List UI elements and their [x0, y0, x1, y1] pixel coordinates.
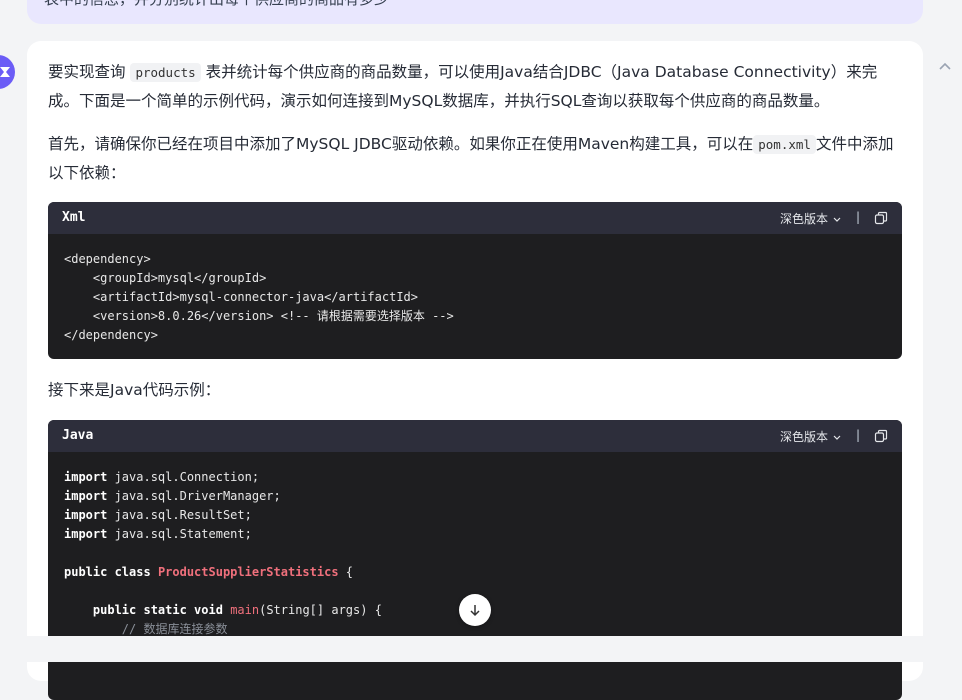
code-text: java.sql.ResultSet;	[107, 508, 252, 522]
code-line: <groupId>mysql</groupId>	[64, 271, 267, 285]
answer-java-intro: 接下来是Java代码示例：	[48, 381, 221, 399]
assistant-logo-icon	[0, 55, 15, 89]
chevron-down-icon	[833, 435, 841, 440]
chevron-down-icon	[833, 217, 841, 222]
user-message-bubble: 表中的信息，并分别统计出每个供应商的商品有多少	[27, 0, 923, 24]
theme-toggle-button[interactable]: 深色版本	[780, 210, 842, 227]
code-keyword: import	[64, 527, 108, 541]
code-language-label: Java	[62, 428, 94, 443]
assistant-answer-card: 要实现查询 products 表并统计每个供应商的商品数量，可以使用Java结合…	[27, 41, 923, 700]
answer-intro-paragraph: 要实现查询 products 表并统计每个供应商的商品数量，可以使用Java结合…	[48, 58, 898, 115]
user-message-text: 表中的信息，并分别统计出每个供应商的商品有多少	[44, 0, 904, 9]
code-header: Xml 深色版本 |	[48, 202, 902, 234]
copy-icon[interactable]	[874, 429, 888, 443]
copy-icon[interactable]	[874, 211, 888, 225]
code-line: </dependency>	[64, 328, 158, 342]
code-keyword: import	[64, 489, 108, 503]
code-text: java.sql.Connection;	[107, 470, 260, 484]
code-header: Java 深色版本 |	[48, 420, 902, 452]
code-keyword: import	[64, 470, 108, 484]
divider: |	[855, 428, 860, 442]
divider: |	[855, 210, 860, 224]
code-keyword: public class	[64, 565, 151, 579]
code-keyword: public static void	[92, 603, 223, 617]
code-class-name: ProductSupplierStatistics	[157, 565, 339, 579]
para2-text-a: 首先，请确保你已经在项目中添加了MySQL JDBC驱动依赖。如果你正在使用Ma…	[48, 135, 754, 153]
xml-code-block: Xml 深色版本 | <dependency> <groupId>mysql</…	[48, 202, 902, 359]
intro-text-a: 要实现查询	[48, 63, 126, 81]
code-text: (String[] args) {	[259, 603, 382, 617]
theme-label: 深色版本	[779, 212, 828, 226]
xml-code-content: <dependency> <groupId>mysql</groupId> <a…	[48, 234, 902, 345]
page-bottom-strip	[0, 636, 962, 662]
chevron-up-icon[interactable]	[936, 58, 954, 76]
code-method-name: main	[230, 603, 260, 617]
theme-toggle-button[interactable]: 深色版本	[780, 428, 842, 445]
scroll-to-bottom-button[interactable]	[459, 594, 491, 626]
code-text: {	[338, 565, 354, 579]
code-language-label: Xml	[62, 210, 86, 225]
code-keyword: import	[64, 508, 108, 522]
code-text: java.sql.DriverManager;	[107, 489, 281, 503]
answer-dependency-paragraph: 首先，请确保你已经在项目中添加了MySQL JDBC驱动依赖。如果你正在使用Ma…	[48, 130, 898, 187]
arrow-down-icon	[470, 605, 480, 617]
code-line: <artifactId>mysql-connector-java</artifa…	[64, 290, 419, 304]
code-line: <version>8.0.26</version> <!-- 请根据需要选择版本…	[64, 309, 454, 323]
code-comment: // 数据库连接参数	[121, 622, 228, 636]
code-line: <dependency>	[64, 252, 151, 266]
theme-label: 深色版本	[779, 430, 828, 444]
code-text: java.sql.Statement;	[107, 527, 252, 541]
inline-code-products: products	[130, 63, 201, 82]
inline-code-pom: pom.xml	[753, 135, 816, 154]
